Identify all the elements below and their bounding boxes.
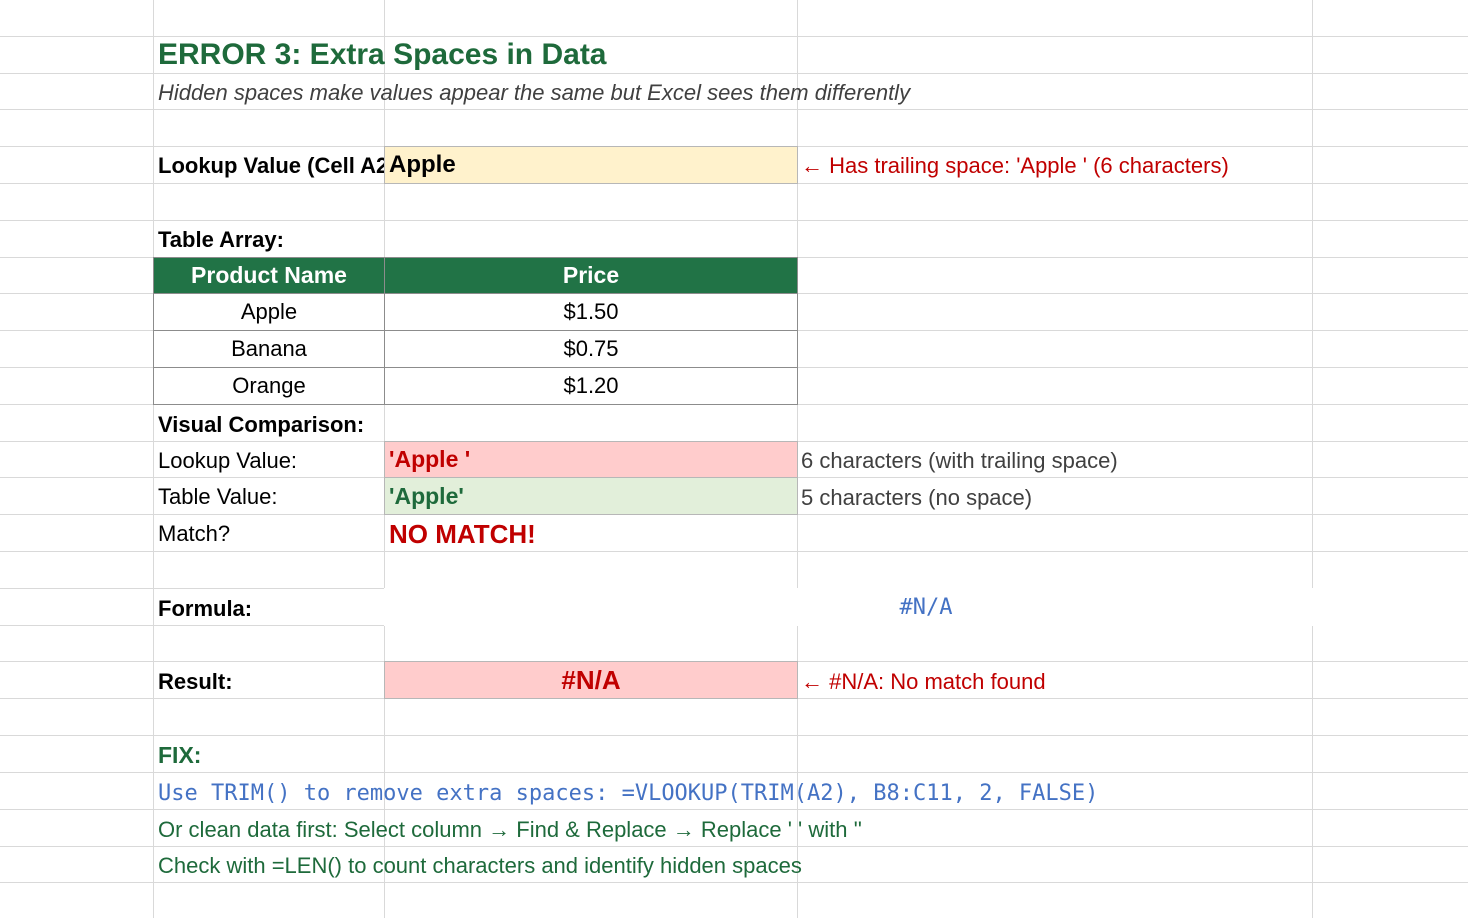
fix-line-len: Check with =LEN() to count characters an…	[158, 853, 802, 878]
comparison-lookup-label: Lookup Value:	[158, 448, 298, 473]
formula-label: Formula:	[158, 596, 253, 621]
comparison-table-note: 5 characters (no space)	[801, 485, 1033, 510]
visual-comparison-label: Visual Comparison:	[158, 412, 365, 437]
table-header-price: Price	[384, 257, 798, 294]
comparison-table-label: Table Value:	[158, 484, 278, 509]
match-result[interactable]: NO MATCH!	[389, 516, 536, 552]
fix-line-trim: Use TRIM() to remove extra spaces: =VLOO…	[158, 780, 1099, 806]
page-title: ERROR 3: Extra Spaces in Data	[158, 38, 607, 71]
result-note: ← #N/A: No match found	[801, 669, 1046, 694]
fix-line-clean: Or clean data first: Select column → Fin…	[158, 817, 862, 842]
result-label: Result:	[158, 669, 233, 694]
lookup-value-cell[interactable]: Apple	[384, 146, 798, 184]
lookup-value-label: Lookup Value (Cell A2):	[158, 153, 403, 178]
table-cell-product[interactable]: Banana	[153, 330, 385, 368]
lookup-value-note: ← Has trailing space: 'Apple ' (6 charac…	[801, 153, 1229, 178]
comparison-table-value[interactable]: 'Apple'	[384, 477, 798, 515]
match-label: Match?	[158, 521, 231, 546]
formula-value: #N/A	[899, 594, 953, 620]
result-value[interactable]: #N/A	[384, 661, 798, 699]
formula-cell[interactable]: #N/A	[384, 588, 1468, 626]
fix-label: FIX:	[158, 741, 202, 768]
table-array-label: Table Array:	[158, 227, 284, 252]
table-cell-price[interactable]: $1.50	[384, 293, 798, 331]
table-cell-product[interactable]: Orange	[153, 367, 385, 405]
page-subtitle: Hidden spaces make values appear the sam…	[158, 80, 911, 105]
table-cell-product[interactable]: Apple	[153, 293, 385, 331]
comparison-lookup-note: 6 characters (with trailing space)	[801, 448, 1118, 473]
table-cell-price[interactable]: $0.75	[384, 330, 798, 368]
comparison-lookup-value[interactable]: 'Apple '	[384, 441, 798, 478]
table-header-product-name: Product Name	[153, 257, 385, 294]
table-cell-price[interactable]: $1.20	[384, 367, 798, 405]
